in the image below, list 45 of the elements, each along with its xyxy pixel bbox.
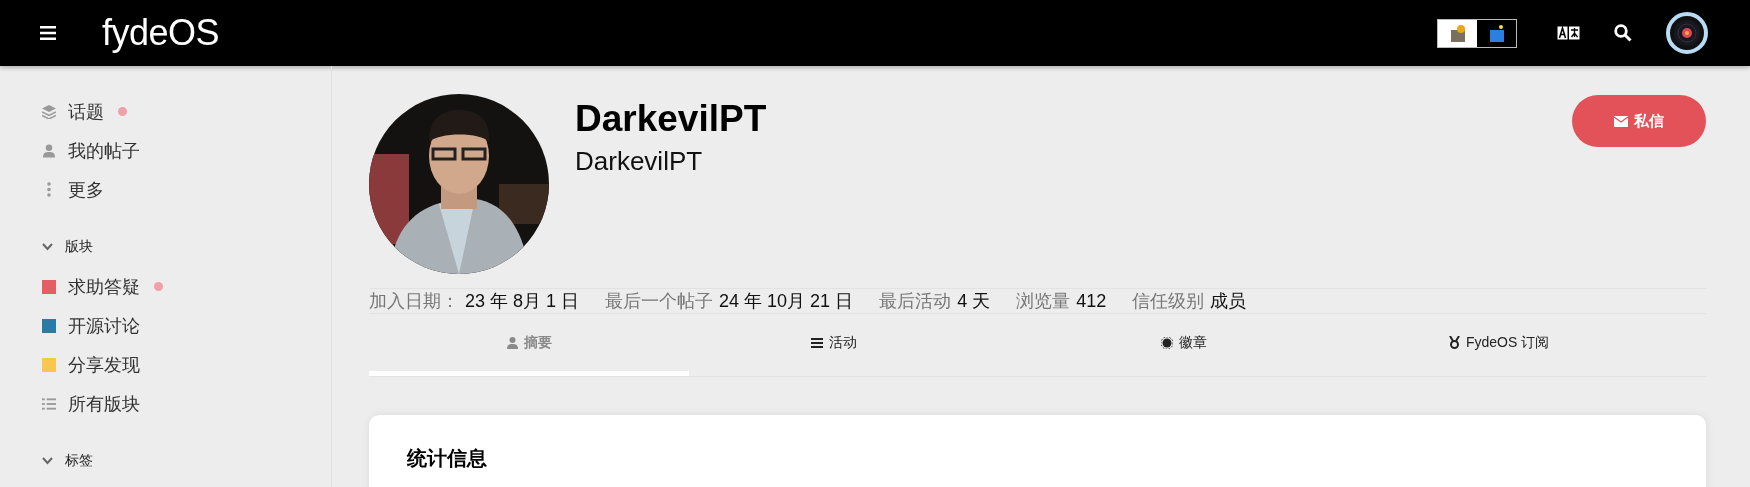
profile-name: DarkevilPT [575,98,768,140]
building-icon [1448,24,1467,42]
user-icon [506,336,518,349]
section-toggle[interactable]: 标签 [42,441,93,481]
stat-label: 最后活动 [879,290,952,313]
stat-value: 4 天 [957,290,991,313]
chevron-down-icon [42,243,53,251]
layers-icon [42,104,56,119]
sidebar-link[interactable]: 我的帖子 [42,131,331,170]
stat-value: 成员 [1210,290,1247,313]
section-toggle[interactable]: 版块 [42,227,93,267]
list-icon [811,337,823,348]
sidebar-link[interactable]: 话题 [42,92,331,131]
user-icon [43,143,55,158]
medal-icon [1448,336,1460,349]
sidebar-link[interactable]: 开源讨论 [42,306,331,345]
stat-label: 加入日期： [369,290,459,313]
stat-value: 412 [1076,291,1107,312]
profile-tab[interactable]: 徽章 [979,314,1389,376]
chevron-down-icon [42,457,53,465]
profile-tab[interactable]: 活动 [689,314,979,376]
card-title: 统计信息 [407,447,487,469]
profile-tab[interactable]: FydeOS 订阅 [1389,314,1609,376]
site-logo[interactable]: fydeOS [102,12,220,54]
translate-icon[interactable] [1557,26,1580,40]
sidebar-link[interactable]: 更多 [42,170,331,209]
search-icon[interactable] [1614,24,1632,42]
list-icon [42,397,56,410]
sidebar-link[interactable]: 求助答疑 [42,267,331,306]
sidebar-link[interactable]: 所有版块 [42,384,331,423]
stat-label: 最后一个帖子 [605,290,714,313]
profile-username: DarkevilPT [575,146,704,177]
stat-value: 23 年 8月 1 日 [465,290,580,313]
sidebar-link[interactable]: 分享发现 [42,345,331,384]
message-button[interactable]: 私信 [1572,95,1706,147]
menu-icon[interactable] [40,26,56,40]
badge-icon [1161,336,1173,349]
more-icon [47,182,51,197]
light-theme-button[interactable] [1438,19,1477,47]
stat-label: 浏览量 [1016,290,1071,313]
user-avatar[interactable] [1666,12,1708,54]
envelope-icon [1614,115,1628,127]
stat-label: 信任级别 [1132,290,1205,313]
stat-value: 24 年 10月 21 日 [719,290,854,313]
building-icon [1487,24,1506,42]
